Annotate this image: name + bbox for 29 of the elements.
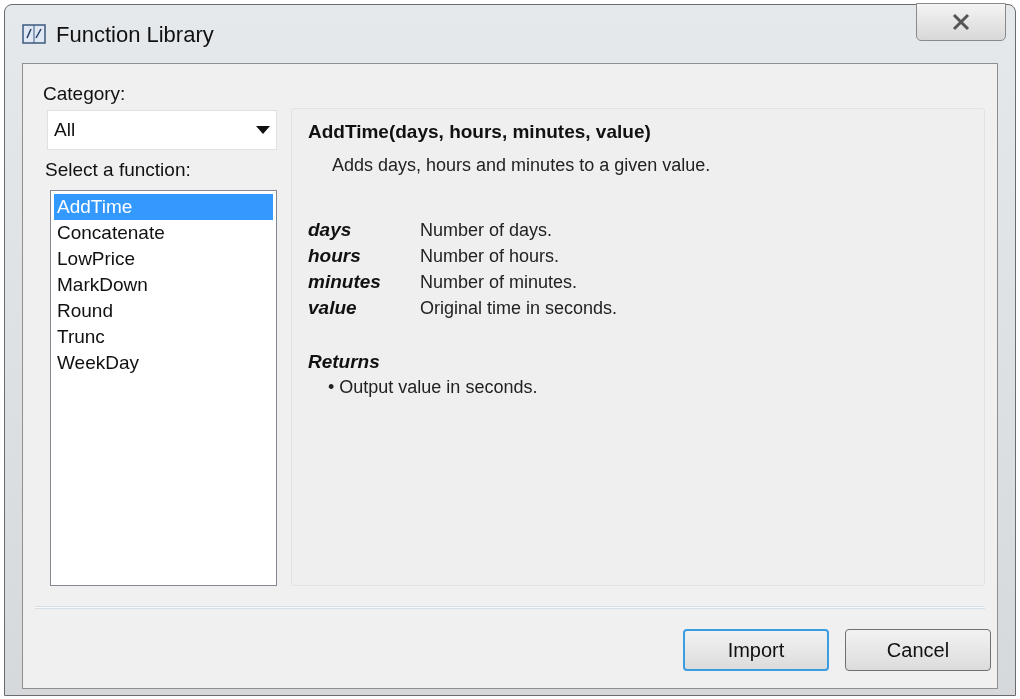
parameter-name: value [308,296,358,320]
dropdown-caret-icon [256,126,270,134]
function-signature: AddTime(days, hours, minutes, value) [308,120,652,144]
parameter-description: Number of minutes. [420,271,579,294]
parameter-name: days [308,218,353,242]
function-list-item[interactable]: Concatenate [54,220,273,246]
parameter-name: hours [308,244,362,268]
dialog-button[interactable]: Import [683,629,829,671]
function-list-item[interactable]: LowPrice [54,246,273,272]
category-dropdown[interactable]: All [47,110,277,150]
function-list-item[interactable]: Round [54,298,273,324]
window-title: Function Library [56,20,214,49]
function-list[interactable]: AddTime Concatenate LowPrice MarkDown Round Trunc WeekDay [50,190,277,586]
parameter-description: Number of hours. [420,245,561,268]
close-icon [951,13,971,31]
function-list-item[interactable]: WeekDay [54,350,273,376]
parameter-description: Number of days. [420,219,554,242]
returns-text: • Output value in seconds. [328,376,539,399]
function-library-icon [22,23,46,45]
returns-heading: Returns [308,350,381,374]
function-list-item[interactable]: Trunc [54,324,273,350]
parameter-name: minutes [308,270,382,294]
close-button[interactable] [916,3,1006,41]
category-label: Category: [43,82,127,106]
function-list-label: Select a function: [45,158,192,182]
dialog-button[interactable]: Cancel [845,629,991,671]
function-description: Adds days, hours and minutes to a given value. [332,154,712,177]
parameter-description: Original time in seconds. [420,297,619,320]
function-list-item[interactable]: MarkDown [54,272,273,298]
